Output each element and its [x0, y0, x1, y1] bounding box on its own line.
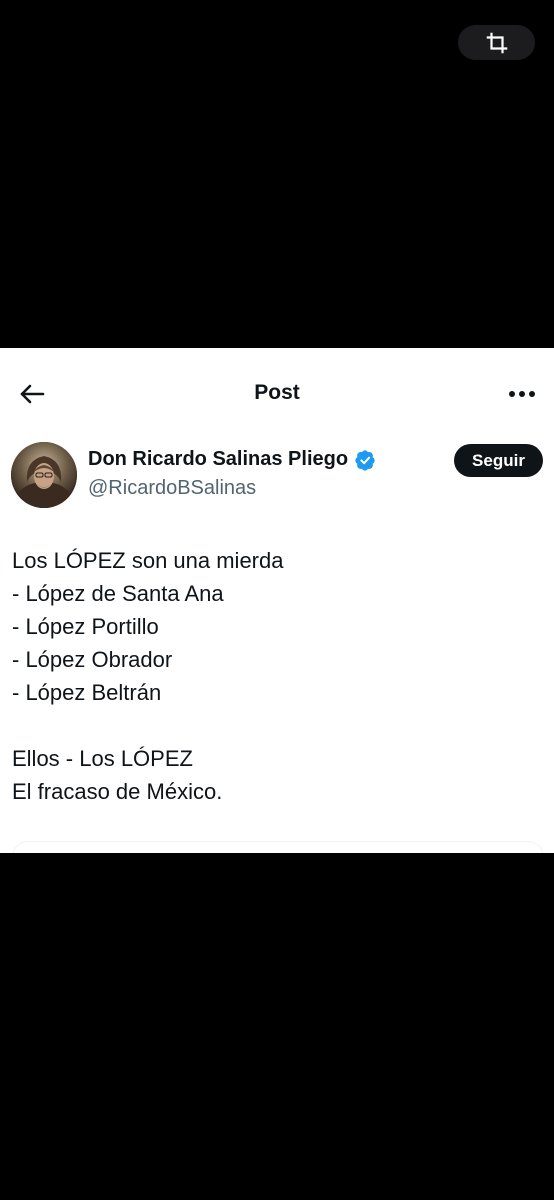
post-line: - López de Santa Ana: [12, 581, 224, 606]
display-name[interactable]: Don Ricardo Salinas Pliego: [88, 448, 348, 471]
crop-button[interactable]: [458, 25, 535, 60]
author-name-row: Don Ricardo Salinas Pliego: [88, 448, 376, 471]
crop-icon: [486, 32, 507, 53]
avatar-image: [11, 442, 77, 508]
post-line: - López Obrador: [12, 647, 173, 672]
follow-button[interactable]: Seguir: [454, 444, 543, 477]
post-card: Post Don Ricardo Salinas Pliego @Ricardo…: [0, 348, 554, 853]
more-horizontal-icon: [509, 391, 535, 397]
avatar[interactable]: [11, 442, 77, 508]
post-line: - López Portillo: [12, 614, 159, 639]
post-line: Ellos - Los LÓPEZ: [12, 746, 193, 771]
post-line: El fracaso de México.: [12, 779, 223, 804]
post-line: - López Beltrán: [12, 680, 162, 705]
author-handle[interactable]: @RicardoBSalinas: [88, 477, 256, 500]
verified-badge-icon: [354, 449, 376, 471]
embedded-card-edge: [12, 841, 544, 853]
more-button[interactable]: [505, 383, 539, 405]
page-title: Post: [254, 381, 300, 404]
post-text: Los LÓPEZ son una mierda - López de Sant…: [12, 544, 542, 808]
post-header: Post: [0, 348, 554, 442]
post-line: Los LÓPEZ son una mierda: [12, 548, 284, 573]
screenshot-viewer: Post Don Ricardo Salinas Pliego @Ricardo…: [0, 0, 554, 1200]
